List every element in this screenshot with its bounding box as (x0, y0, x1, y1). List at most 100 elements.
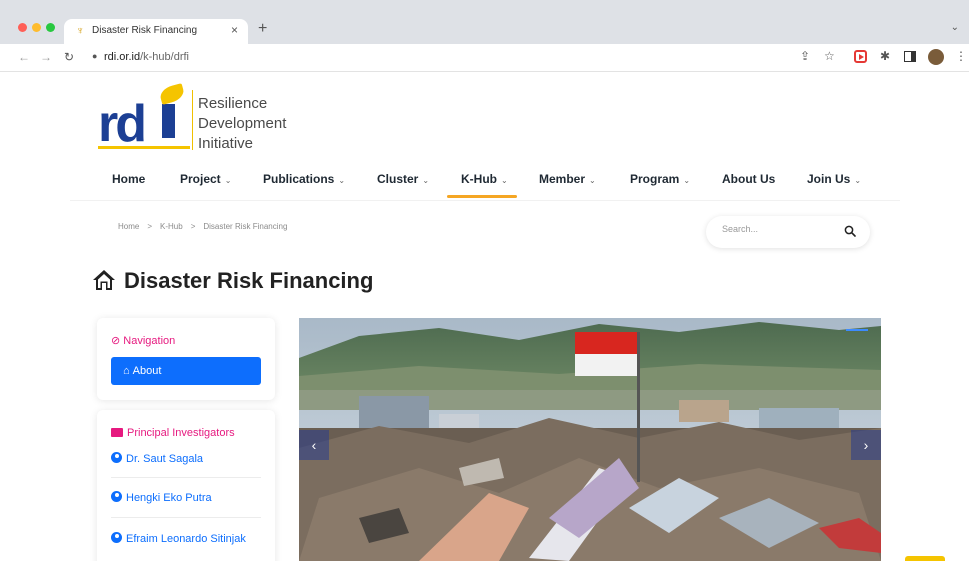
home-outline-icon: ⌂ (123, 365, 130, 377)
search-box (706, 216, 870, 248)
maximize-window-button[interactable] (46, 23, 55, 32)
logo-line-2: Development (198, 115, 287, 132)
tab-close-icon[interactable]: × (231, 23, 238, 37)
breadcrumb-separator: > (190, 222, 196, 231)
nav-about-us[interactable]: About Us (722, 172, 775, 186)
record-extension-icon[interactable] (854, 50, 867, 63)
navigation-card: ⊘ Navigation ⌂ About (97, 318, 275, 400)
about-button-label: About (132, 365, 162, 377)
logo-line-1: Resilience (198, 95, 268, 112)
nav-project[interactable]: Project ⌄ (180, 172, 231, 186)
star-icon[interactable]: ☆ (824, 49, 835, 63)
address-bar: ← → ↻ ● rdi.or.id/k-hub/drfi ⇪ ☆ ✱ ⋮ (0, 44, 969, 72)
investigator-name: Dr. Saut Sagala (126, 453, 204, 465)
breadcrumb-k-hub[interactable]: K-Hub (160, 222, 183, 231)
chevron-down-icon: ⌄ (683, 176, 691, 185)
navigation-heading-text: Navigation (123, 335, 176, 347)
header-divider (70, 200, 900, 201)
hero-image (299, 318, 881, 561)
principal-investigators-card: Principal Investigators Dr. Saut Sagala … (97, 410, 275, 561)
user-icon (111, 532, 122, 543)
url-field[interactable]: rdi.or.id/k-hub/drfi (104, 51, 189, 63)
nav-home[interactable]: Home (112, 172, 145, 186)
logo-line-3: Initiative (198, 135, 254, 152)
more-menu-icon[interactable]: ⋮ (955, 49, 967, 63)
nav-join-us[interactable]: Join Us ⌄ (807, 172, 861, 186)
close-window-button[interactable] (18, 23, 27, 32)
logo-text: Resilience Development Initiative (198, 94, 286, 154)
tab-title: Disaster Risk Financing (92, 25, 198, 36)
investigator-name: Hengki Eko Putra (126, 492, 212, 504)
chevron-down-icon: ⌄ (224, 176, 232, 185)
lock-icon[interactable]: ● (92, 51, 97, 61)
new-tab-button[interactable]: + (258, 20, 267, 38)
slide-indicator[interactable] (846, 329, 868, 331)
nav-cluster[interactable]: Cluster ⌄ (377, 172, 429, 186)
about-button[interactable]: ⌂ About (111, 357, 261, 385)
breadcrumb-current: Disaster Risk Financing (203, 222, 288, 231)
breadcrumb-separator: > (147, 222, 153, 231)
slider-prev-button[interactable]: ‹ (299, 430, 329, 460)
page-title-text: Disaster Risk Financing (124, 268, 374, 293)
logo-flame-icon (158, 83, 186, 105)
main-nav: Home Project ⌄ Publications ⌄ Cluster ⌄ K-H… (0, 168, 969, 198)
nav-label: Join Us (807, 172, 851, 186)
side-panel-icon[interactable] (904, 51, 916, 62)
chevron-down-icon: ⌄ (589, 176, 596, 185)
navigation-heading: ⊘ Navigation (111, 334, 175, 347)
user-icon (111, 491, 122, 502)
nav-label: K-Hub (461, 172, 497, 186)
list-divider (111, 517, 261, 518)
id-card-icon (111, 428, 123, 437)
page-title: Disaster Risk Financing (92, 268, 373, 294)
browser-tab[interactable]: ♆ Disaster Risk Financing × (64, 19, 248, 44)
user-icon (111, 452, 122, 463)
breadcrumb-home[interactable]: Home (118, 222, 139, 231)
chevron-down-icon: ⌄ (854, 176, 862, 185)
favicon-icon: ♆ (76, 25, 85, 37)
breadcrumb: Home > K-Hub > Disaster Risk Financing (118, 222, 287, 231)
list-divider (111, 477, 261, 478)
nav-program[interactable]: Program ⌄ (630, 172, 690, 186)
url-host: rdi.or.id (104, 51, 141, 63)
nav-label: Cluster (377, 172, 419, 186)
nav-publications[interactable]: Publications ⌄ (263, 172, 345, 186)
logo-underline (98, 146, 190, 149)
minimize-window-button[interactable] (32, 23, 41, 32)
nav-label: Home (112, 172, 146, 186)
reload-button[interactable]: ↻ (64, 50, 74, 64)
pi-heading-text: Principal Investigators (127, 427, 235, 439)
home-icon (93, 270, 115, 290)
compass-icon: ⊘ (111, 335, 121, 347)
chevron-down-icon: ⌄ (501, 176, 508, 185)
logo-torch-stem (162, 104, 175, 138)
investigator-link[interactable]: Hengki Eko Putra (111, 491, 261, 504)
profile-avatar[interactable] (928, 49, 944, 65)
nav-member[interactable]: Member ⌄ (539, 172, 596, 186)
forward-button[interactable]: → (40, 50, 52, 64)
nav-label: Publications (263, 172, 335, 186)
tab-search-icon[interactable]: ⌄ (951, 22, 959, 33)
search-icon[interactable] (844, 225, 856, 237)
nav-label: About Us (722, 172, 776, 186)
investigator-link[interactable]: Dr. Saut Sagala (111, 452, 261, 465)
nav-label: Member (539, 172, 586, 186)
pi-heading: Principal Investigators (111, 427, 235, 439)
investigator-name: Efraim Leonardo Sitinjak (126, 533, 246, 545)
investigator-link[interactable]: Efraim Leonardo Sitinjak (111, 532, 261, 545)
logo-divider (192, 90, 193, 150)
slider-next-button[interactable]: › (851, 430, 881, 460)
active-nav-indicator (447, 195, 517, 198)
nav-label: Program (630, 172, 680, 186)
disaster-photo (299, 318, 881, 561)
share-icon[interactable]: ⇪ (800, 49, 810, 63)
rdi-logo[interactable]: rd (98, 83, 190, 150)
nav-label: Project (180, 172, 221, 186)
floating-widget[interactable] (905, 556, 945, 561)
back-button[interactable]: ← (18, 50, 30, 64)
chevron-down-icon: ⌄ (338, 176, 346, 185)
chevron-down-icon: ⌄ (422, 176, 430, 185)
nav-k-hub[interactable]: K-Hub ⌄ (461, 172, 508, 186)
puzzle-extension-icon[interactable]: ✱ (880, 49, 890, 63)
search-input[interactable] (722, 224, 832, 234)
